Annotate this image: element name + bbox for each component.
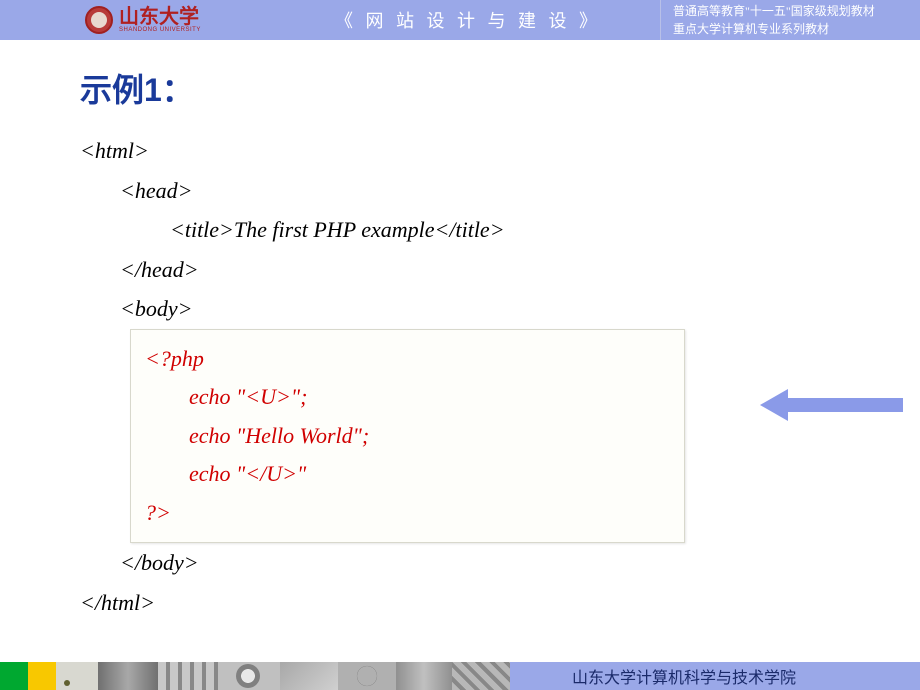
arrow-head-icon [760,389,788,421]
code-line-body-open: <body> [80,289,870,329]
color-tile-green [0,662,28,690]
code-line-head-open: <head> [80,171,870,211]
footer-institution: 山东大学计算机科学与技术学院 [510,662,920,690]
arrow-shaft-icon [788,398,903,412]
color-tile-grey-8 [452,662,510,690]
code-line-title: <title>The first PHP example</title> [80,210,870,250]
textbook-series-info: 普通高等教育"十一五"国家级规划教材 重点大学计算机专业系列教材 [660,0,875,40]
color-tile-grey-7 [396,662,452,690]
slide-footer: 山东大学计算机科学与技术学院 [0,662,920,690]
university-subtitle: SHANDONG UNIVERSITY [119,27,201,33]
code-line-html-open: <html> [80,131,870,171]
color-tile-grey-2 [98,662,158,690]
color-tile-grey-4 [218,662,280,690]
series-line-1: 普通高等教育"十一五"国家级规划教材 [673,2,875,20]
color-tile-grey-6 [338,662,396,690]
decorative-colorbar [0,662,510,690]
php-open-tag: <?php [131,340,684,379]
logo-text-wrap: 山东大学 SHANDONG UNIVERSITY [119,7,201,33]
code-line-head-close: </head> [80,250,870,290]
php-echo-u-open: echo "<U>"; [131,378,684,417]
php-echo-u-close: echo "</U>" [131,455,684,494]
course-title: 《 网 站 设 计 与 建 设 》 [335,7,601,33]
example-title: 示例1： [80,65,870,111]
university-seal-icon [85,6,113,34]
university-name: 山东大学 [119,7,201,27]
color-tile-grey-1 [56,662,98,690]
slide-header: 山东大学 SHANDONG UNIVERSITY 《 网 站 设 计 与 建 设… [0,0,920,40]
code-block: <html> <head> <title>The first PHP examp… [80,131,870,623]
series-line-2: 重点大学计算机专业系列教材 [673,20,875,38]
color-tile-yellow [28,662,56,690]
color-tile-grey-5 [280,662,338,690]
slide-content: 示例1： <html> <head> <title>The first PHP … [0,40,920,623]
php-echo-hello: echo "Hello World"; [131,417,684,456]
university-logo-area: 山东大学 SHANDONG UNIVERSITY [0,6,201,34]
code-line-html-close: </html> [80,583,870,623]
color-tile-grey-3 [158,662,218,690]
code-line-body-close: </body> [80,543,870,583]
php-close-tag: ?> [131,494,684,533]
php-code-box: <?php echo "<U>"; echo "Hello World"; ec… [130,329,685,544]
pointer-arrow-icon [760,395,910,415]
